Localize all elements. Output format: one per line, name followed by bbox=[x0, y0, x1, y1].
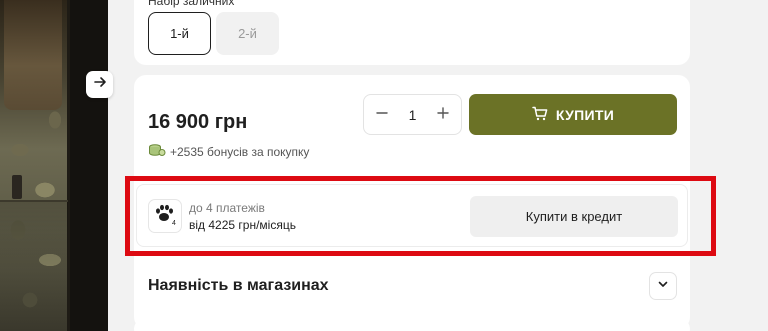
stores-availability-title[interactable]: Наявність в магазинах bbox=[148, 277, 329, 295]
plus-icon[interactable] bbox=[437, 106, 449, 124]
arrow-right-icon bbox=[93, 75, 107, 94]
cart-icon bbox=[532, 106, 548, 124]
product-image-buckle bbox=[12, 175, 22, 199]
highlight-box bbox=[125, 176, 716, 256]
product-image[interactable] bbox=[0, 0, 108, 331]
minus-icon[interactable] bbox=[376, 106, 388, 124]
variant-option-1[interactable]: 1-й bbox=[148, 12, 211, 55]
buy-button-label: КУПИТИ bbox=[555, 106, 615, 123]
coins-icon bbox=[148, 143, 166, 160]
variant-option-2[interactable]: 2-й bbox=[216, 12, 279, 55]
stores-expand-button[interactable] bbox=[649, 272, 677, 300]
variant-label: Набір заличних bbox=[148, 0, 235, 8]
chevron-down-icon bbox=[657, 277, 669, 295]
bonus-info: +2535 бонусів за покупку bbox=[148, 143, 309, 160]
next-section-card bbox=[134, 319, 690, 331]
gallery-next-button[interactable] bbox=[86, 71, 113, 98]
buy-button[interactable]: КУПИТИ bbox=[469, 94, 677, 135]
quantity-value[interactable]: 1 bbox=[409, 107, 417, 123]
variant-card: Набір заличних 1-й 2-й bbox=[134, 0, 690, 65]
product-price: 16 900 грн bbox=[148, 111, 248, 133]
quantity-stepper: 1 bbox=[363, 94, 462, 135]
product-image-strap bbox=[4, 0, 62, 110]
product-image-pocket bbox=[0, 200, 68, 270]
bonus-text: +2535 бонусів за покупку bbox=[170, 144, 310, 159]
